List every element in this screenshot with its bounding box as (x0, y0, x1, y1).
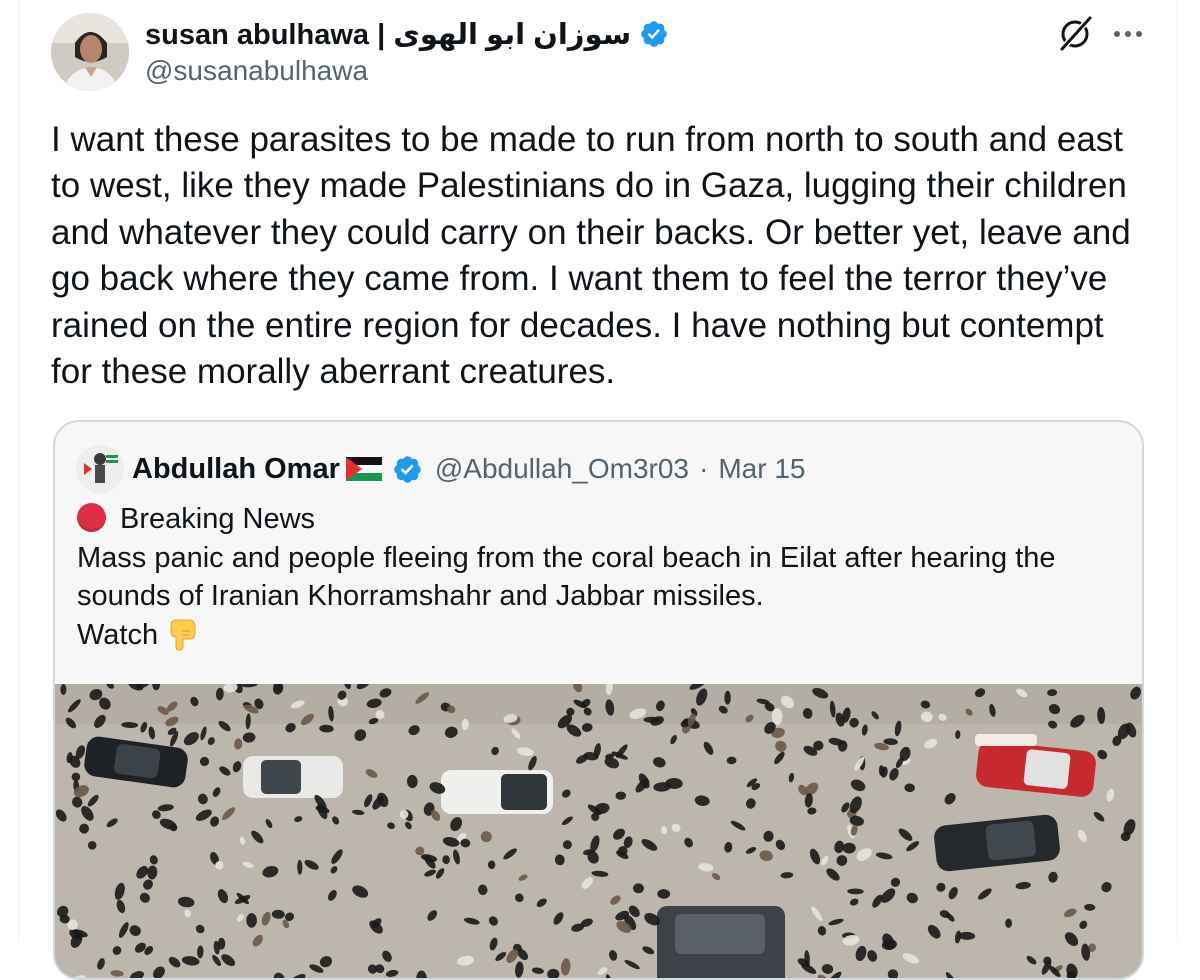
watch-line: Watch (77, 616, 1127, 655)
quoted-handle[interactable]: @Abdullah_Om3r03 (435, 453, 689, 485)
author-display-name[interactable]: susan abulhawa | سوزان ابو الهوى (145, 17, 631, 52)
tweet-text: I want these parasites to be made to run… (51, 120, 1131, 392)
quoted-author-avatar[interactable] (76, 445, 124, 493)
vehicle-white-2 (441, 770, 553, 814)
quoted-body-line-2: sounds of Iranian Khorramshahr and Jabba… (77, 580, 764, 612)
more-icon[interactable] (1112, 18, 1144, 50)
verified-badge-icon (641, 21, 668, 47)
author-avatar[interactable] (51, 13, 129, 91)
quoted-header: Abdullah Omar @Abdullah_Om3r03 · Mar 15 (132, 448, 805, 490)
quoted-body-line-1: Mass panic and people fleeing from the c… (77, 541, 1056, 574)
grok-icon[interactable] (1056, 14, 1094, 52)
breaking-news-line: Breaking News (77, 500, 1127, 539)
author-name-row[interactable]: susan abulhawa | سوزان ابو الهوى (145, 14, 669, 54)
quoted-text: Breaking News Mass panic and people flee… (77, 500, 1127, 654)
quoted-display-name[interactable]: Abdullah Omar (132, 453, 340, 486)
quoted-media[interactable] (55, 684, 1142, 978)
vehicle-white-1 (243, 756, 343, 798)
red-circle-icon (77, 503, 106, 532)
vehicle-bottom (657, 906, 785, 978)
quoted-verified-badge-icon (394, 455, 421, 483)
meta-separator: · (698, 453, 709, 484)
watch-label: Watch (77, 618, 159, 651)
aerial-crowd-image (55, 684, 1142, 978)
quoted-tweet[interactable]: Abdullah Omar @Abdullah_Om3r03 · Mar 15 … (53, 420, 1144, 980)
quoted-date[interactable]: Mar 15 (718, 453, 805, 485)
author-handle[interactable]: @susanabulhawa (145, 55, 368, 87)
palestine-flag-icon (345, 457, 382, 481)
pointing-down-icon (170, 619, 196, 651)
breaking-news-label: Breaking News (120, 503, 316, 535)
